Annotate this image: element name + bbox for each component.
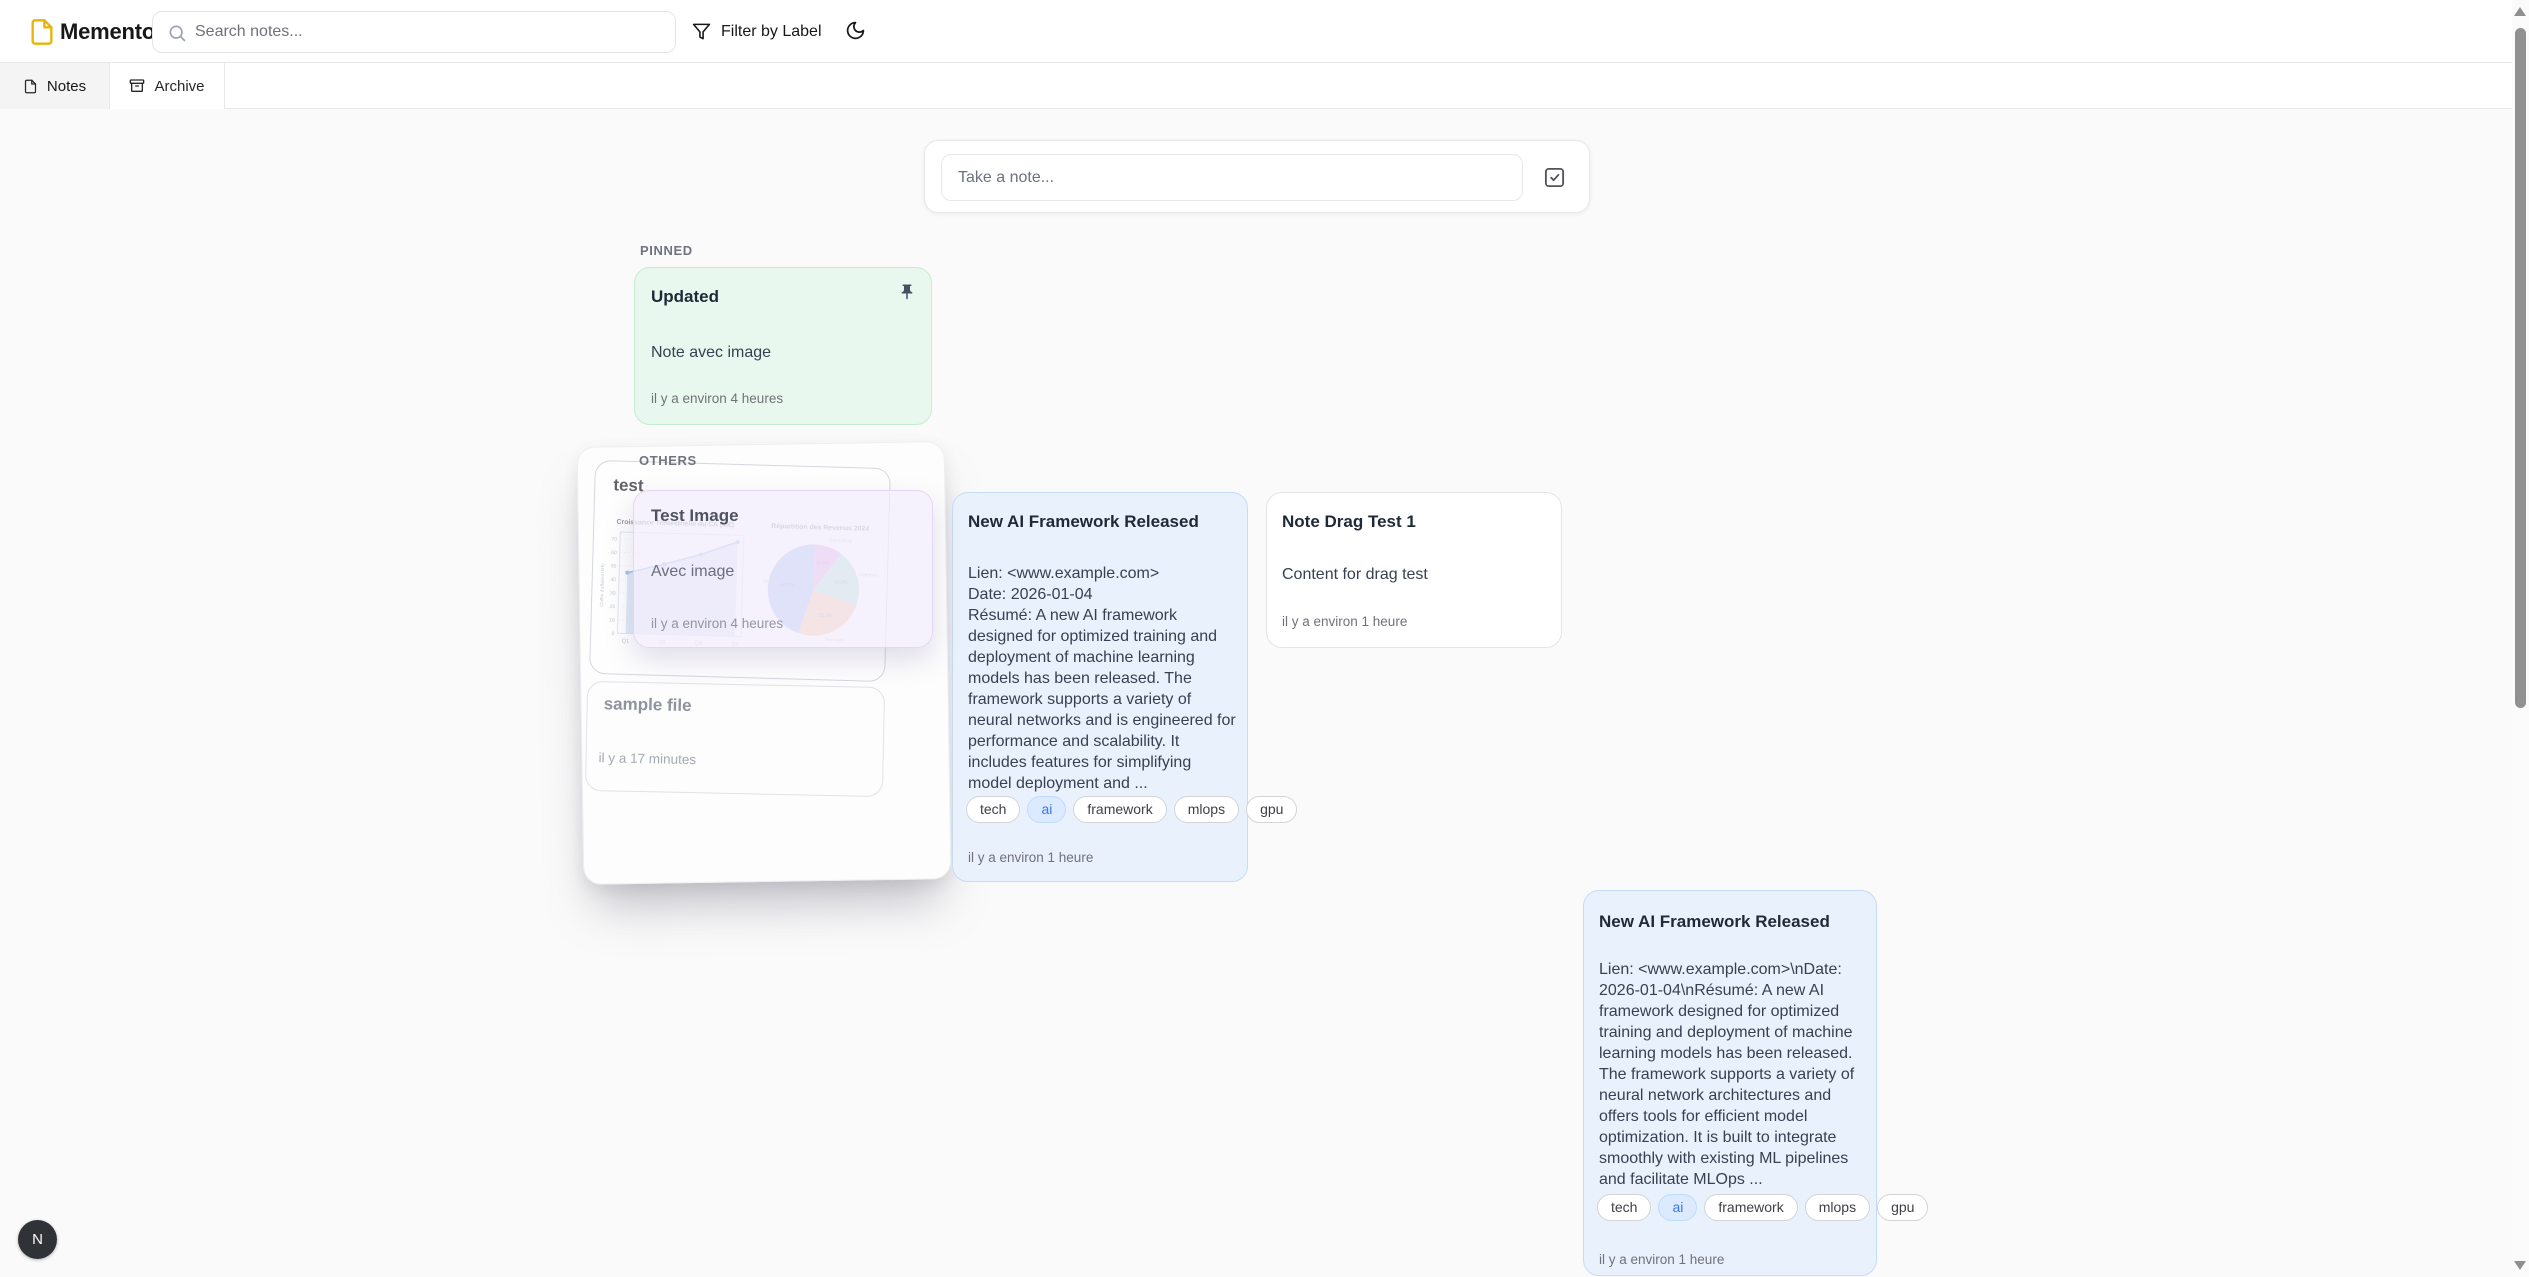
tag-framework[interactable]: framework bbox=[1704, 1194, 1797, 1221]
tag-list: tech ai framework mlops gpu bbox=[1597, 1194, 1928, 1221]
memento-logo-icon bbox=[28, 17, 56, 47]
checkbox-icon bbox=[1543, 166, 1566, 189]
tag-ai[interactable]: ai bbox=[1658, 1194, 1697, 1221]
note-title: New AI Framework Released bbox=[968, 512, 1199, 532]
tag-gpu[interactable]: gpu bbox=[1246, 796, 1297, 823]
filter-by-label-button[interactable]: Filter by Label bbox=[686, 0, 828, 63]
note-body: Content for drag test bbox=[1282, 564, 1428, 585]
pin-icon[interactable] bbox=[898, 283, 916, 301]
memento-app: Memento Filter by Label Notes Archive bbox=[0, 0, 2529, 1277]
tab-bar: Notes Archive bbox=[0, 63, 2529, 109]
note-timestamp: il y a environ 1 heure bbox=[968, 850, 1093, 865]
svg-text:10: 10 bbox=[609, 618, 615, 624]
note-timestamp: il y a environ 1 heure bbox=[1282, 614, 1407, 629]
note-composer bbox=[924, 140, 1590, 213]
note-body: Avec image bbox=[651, 563, 734, 581]
search-box bbox=[152, 11, 676, 53]
svg-text:0: 0 bbox=[612, 631, 615, 637]
note-card-sample-file-ghost[interactable]: sample file il y a 17 minutes bbox=[585, 681, 885, 797]
checklist-button[interactable] bbox=[1543, 166, 1566, 189]
user-avatar[interactable]: N bbox=[18, 1220, 57, 1259]
take-a-note-input[interactable] bbox=[941, 154, 1523, 201]
note-body: Note avec image bbox=[651, 342, 771, 363]
tag-gpu[interactable]: gpu bbox=[1877, 1194, 1928, 1221]
header: Memento Filter by Label bbox=[0, 0, 2529, 63]
vertical-scrollbar bbox=[2512, 0, 2529, 1277]
section-pinned-label: PINNED bbox=[640, 243, 693, 258]
svg-text:70: 70 bbox=[611, 537, 617, 543]
filter-by-label-text: Filter by Label bbox=[721, 23, 822, 41]
tag-ai[interactable]: ai bbox=[1027, 796, 1066, 823]
tag-list: tech ai framework mlops gpu bbox=[966, 796, 1297, 823]
svg-text:40: 40 bbox=[610, 577, 616, 583]
note-card-ai-framework-1[interactable]: New AI Framework Released Lien: <www.exa… bbox=[952, 492, 1248, 882]
moon-icon bbox=[845, 20, 866, 41]
tab-notes-label: Notes bbox=[47, 78, 86, 95]
tag-framework[interactable]: framework bbox=[1073, 796, 1166, 823]
tab-archive[interactable]: Archive bbox=[110, 63, 225, 109]
app-title: Memento bbox=[60, 0, 155, 63]
note-card-drag-test-1[interactable]: Note Drag Test 1 Content for drag test i… bbox=[1266, 492, 1562, 648]
dark-mode-toggle[interactable] bbox=[845, 20, 869, 44]
svg-text:60: 60 bbox=[611, 550, 617, 556]
note-timestamp: il y a environ 4 heures bbox=[651, 391, 783, 406]
note-timestamp: il y a environ 4 heures bbox=[651, 616, 783, 631]
section-others-label: OTHERS bbox=[639, 453, 697, 468]
note-title: Updated bbox=[651, 287, 719, 307]
avatar-initial: N bbox=[32, 1231, 43, 1248]
tab-archive-label: Archive bbox=[154, 78, 204, 95]
filter-icon bbox=[692, 22, 711, 41]
tag-mlops[interactable]: mlops bbox=[1174, 796, 1239, 823]
scrollbar-up-arrow[interactable] bbox=[2514, 7, 2526, 16]
note-body: Lien: <www.example.com> Date: 2026-01-04… bbox=[968, 563, 1236, 794]
note-title: Test Image bbox=[651, 506, 739, 526]
note-card-updated[interactable]: Updated Note avec image il y a environ 4… bbox=[634, 267, 932, 425]
tag-tech[interactable]: tech bbox=[1597, 1194, 1651, 1221]
svg-text:Q1: Q1 bbox=[622, 638, 630, 644]
note-title: Note Drag Test 1 bbox=[1282, 512, 1416, 532]
tag-tech[interactable]: tech bbox=[966, 796, 1020, 823]
svg-text:Chiffre d'affaires (M€): Chiffre d'affaires (M€) bbox=[599, 563, 605, 607]
tag-mlops[interactable]: mlops bbox=[1805, 1194, 1870, 1221]
note-file-icon bbox=[23, 79, 38, 94]
svg-text:50: 50 bbox=[611, 563, 617, 569]
svg-text:20: 20 bbox=[609, 604, 615, 610]
svg-text:30: 30 bbox=[610, 591, 616, 597]
scrollbar-down-arrow[interactable] bbox=[2514, 1261, 2526, 1270]
note-title: New AI Framework Released bbox=[1599, 912, 1830, 932]
note-body: Lien: <www.example.com>\nDate: 2026-01-0… bbox=[1599, 959, 1865, 1190]
scrollbar-thumb[interactable] bbox=[2515, 28, 2526, 708]
note-timestamp: il y a environ 1 heure bbox=[1599, 1252, 1724, 1267]
search-input[interactable] bbox=[153, 12, 675, 52]
archive-icon bbox=[129, 78, 145, 94]
note-card-test-image-drag-overlay[interactable]: Test Image Avec image il y a environ 4 h… bbox=[633, 490, 933, 648]
note-title: sample file bbox=[603, 694, 691, 716]
note-timestamp: il y a 17 minutes bbox=[598, 750, 696, 767]
tab-notes[interactable]: Notes bbox=[0, 63, 110, 109]
note-card-ai-framework-2[interactable]: New AI Framework Released Lien: <www.exa… bbox=[1583, 890, 1877, 1276]
